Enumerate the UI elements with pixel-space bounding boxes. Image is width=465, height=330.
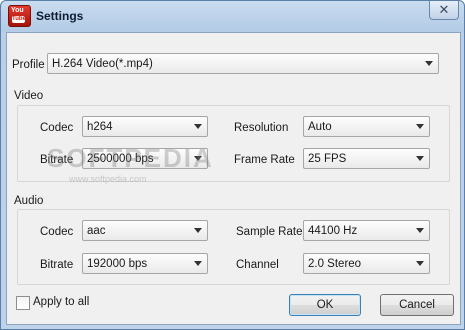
softpedia-watermark: SOFTPEDIA	[47, 143, 214, 173]
audio-samplerate-select[interactable]: 44100 Hz	[303, 220, 430, 241]
video-codec-value: h264	[87, 121, 113, 133]
audio-samplerate-label: Sample Rate	[236, 226, 303, 238]
settings-window: You Tube Settings ✕ Profile H.264 Video(…	[0, 0, 465, 330]
apply-to-all-checkbox[interactable]	[16, 296, 30, 310]
chevron-down-icon	[194, 228, 202, 233]
video-resolution-select[interactable]: Auto	[303, 116, 430, 137]
audio-bitrate-value: 192000 bps	[87, 258, 148, 270]
youtube-app-icon: You Tube	[8, 5, 31, 27]
window-title: Settings	[36, 9, 84, 23]
audio-codec-value: aac	[87, 225, 106, 237]
dialog-body: Profile H.264 Video(*.mp4) Video Codec h…	[6, 32, 461, 325]
close-button[interactable]: ✕	[429, 1, 459, 20]
profile-select[interactable]: H.264 Video(*.mp4)	[47, 53, 439, 74]
apply-to-all-label[interactable]: Apply to all	[33, 296, 89, 308]
video-framerate-value: 25 FPS	[308, 153, 347, 165]
app-icon-text-top: You	[11, 7, 24, 14]
audio-channel-label: Channel	[236, 259, 279, 271]
chevron-down-icon	[416, 156, 424, 161]
profile-label: Profile	[12, 59, 45, 71]
chevron-down-icon	[416, 261, 424, 266]
audio-channel-select[interactable]: 2.0 Stereo	[303, 253, 430, 274]
video-framerate-label: Frame Rate	[234, 154, 295, 166]
video-framerate-select[interactable]: 25 FPS	[303, 148, 430, 169]
chevron-down-icon	[194, 261, 202, 266]
video-resolution-value: Auto	[308, 121, 332, 133]
audio-codec-label: Codec	[40, 226, 74, 238]
title-bar[interactable]: You Tube Settings ✕	[1, 1, 464, 32]
audio-bitrate-select[interactable]: 192000 bps	[82, 253, 208, 274]
audio-channel-value: 2.0 Stereo	[308, 258, 362, 270]
softpedia-watermark-url: www.softpedia.com	[69, 174, 147, 184]
cancel-button[interactable]: Cancel	[380, 294, 454, 316]
audio-bitrate-label: Bitrate	[40, 259, 74, 271]
audio-group-title: Audio	[14, 195, 44, 207]
chevron-down-icon	[425, 61, 433, 66]
profile-value: H.264 Video(*.mp4)	[52, 58, 153, 70]
audio-codec-select[interactable]: aac	[82, 220, 208, 241]
video-group-title: Video	[14, 90, 44, 102]
chevron-down-icon	[416, 124, 424, 129]
app-icon-text-bottom: Tube	[12, 16, 26, 23]
chevron-down-icon	[416, 228, 424, 233]
ok-button[interactable]: OK	[289, 294, 361, 316]
video-codec-label: Codec	[40, 122, 74, 134]
audio-samplerate-value: 44100 Hz	[308, 225, 358, 237]
close-icon: ✕	[438, 2, 450, 17]
video-codec-select[interactable]: h264	[82, 116, 208, 137]
video-resolution-label: Resolution	[234, 122, 289, 134]
chevron-down-icon	[194, 124, 202, 129]
